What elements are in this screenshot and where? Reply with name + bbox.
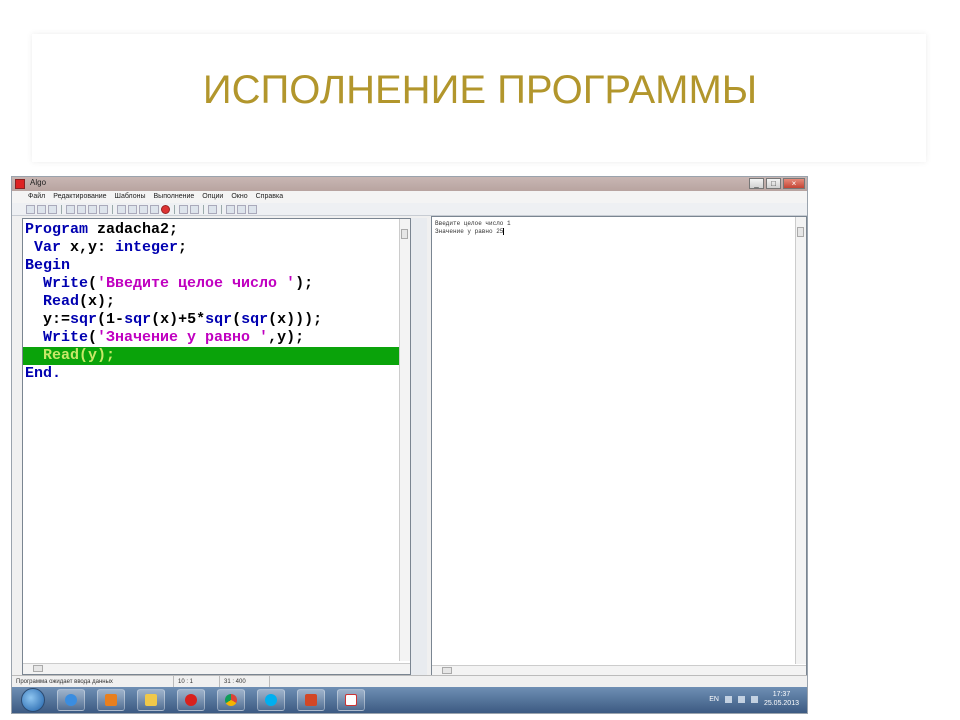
clock[interactable]: 17:37 25.05.2013 — [764, 690, 799, 708]
close-button[interactable]: × — [783, 178, 805, 189]
toolbar — [12, 203, 807, 216]
opera-icon[interactable] — [177, 689, 205, 711]
cut-icon[interactable] — [66, 204, 75, 214]
chrome-icon[interactable] — [217, 689, 245, 711]
output-line: Значение y равно 25 — [435, 228, 505, 236]
algo-app-icon[interactable] — [337, 689, 365, 711]
skype-icon[interactable] — [257, 689, 285, 711]
code-line: Read(x); — [25, 293, 116, 310]
new-file-icon[interactable] — [26, 204, 35, 214]
window-title: Algo — [30, 178, 47, 187]
toolbar-divider — [221, 204, 222, 214]
menu-window[interactable]: Окно — [231, 191, 247, 203]
taskbar: EN 17:37 25.05.2013 — [12, 687, 807, 713]
menu-help[interactable]: Справка — [256, 191, 283, 203]
flag-icon[interactable] — [724, 695, 732, 703]
network-icon[interactable] — [737, 695, 745, 703]
window-titlebar[interactable]: Algo _ □ × — [12, 177, 807, 191]
code-line: End. — [25, 365, 62, 382]
menu-options[interactable]: Опции — [202, 191, 223, 203]
step-icon[interactable] — [128, 204, 137, 214]
editor-vertical-scrollbar[interactable] — [399, 219, 410, 661]
step-over-icon[interactable] — [139, 204, 148, 214]
copy-icon[interactable] — [77, 204, 86, 214]
media-player-icon[interactable] — [97, 689, 125, 711]
scroll-thumb[interactable] — [442, 667, 452, 674]
editor-horizontal-scrollbar[interactable] — [23, 663, 410, 674]
output-line: Введите целое число 1 — [435, 220, 511, 227]
app-window: Algo _ □ × Файл Редактирование Шаблоны В… — [11, 176, 808, 714]
undo-icon[interactable] — [99, 204, 108, 214]
clock-time: 17:37 — [772, 691, 791, 698]
scroll-thumb[interactable] — [401, 229, 408, 239]
window-controls: _ □ × — [749, 178, 805, 189]
language-indicator[interactable]: EN — [709, 696, 719, 703]
pane-splitter[interactable] — [411, 218, 427, 675]
code-line: Write('Введите целое число '); — [25, 275, 314, 292]
menu-bar: Файл Редактирование Шаблоны Выполнение О… — [12, 191, 807, 203]
code-line: Var x,y: integer; — [25, 239, 188, 256]
code-line: Write('Значение y равно ',y); — [25, 329, 305, 346]
menu-edit[interactable]: Редактирование — [53, 191, 106, 203]
code-line: Program zadacha2; — [25, 221, 179, 238]
menu-file[interactable]: Файл — [28, 191, 45, 203]
menu-run[interactable]: Выполнение — [154, 191, 195, 203]
help-icon[interactable] — [237, 204, 246, 214]
watch-icon[interactable] — [190, 204, 199, 214]
stop-icon[interactable] — [161, 204, 170, 214]
minimize-button[interactable]: _ — [749, 178, 764, 189]
app-logo-icon — [15, 179, 25, 189]
internet-explorer-icon[interactable] — [57, 689, 85, 711]
scroll-thumb[interactable] — [797, 227, 804, 237]
code-line: Begin — [25, 257, 71, 274]
menu-templates[interactable]: Шаблоны — [115, 191, 146, 203]
info-icon[interactable] — [226, 204, 235, 214]
paste-icon[interactable] — [88, 204, 97, 214]
window-layout-icon[interactable] — [208, 204, 217, 214]
code-editor[interactable]: Program zadacha2; Var x,y: integer; Begi… — [22, 218, 411, 675]
code-line-current: Read(y); — [25, 347, 116, 364]
volume-icon[interactable] — [750, 695, 758, 703]
open-file-icon[interactable] — [37, 204, 46, 214]
toolbar-divider — [174, 204, 175, 214]
start-button[interactable] — [21, 688, 45, 712]
current-line-highlight: Read(y); — [23, 347, 409, 365]
toolbar-divider — [112, 204, 113, 214]
maximize-button[interactable]: □ — [766, 178, 781, 189]
scroll-thumb[interactable] — [33, 665, 43, 672]
check-icon[interactable] — [248, 204, 257, 214]
code-line: y:=sqr(1-sqr(x)+5*sqr(sqr(x))); — [25, 311, 323, 328]
folder-icon[interactable] — [137, 689, 165, 711]
clock-date: 25.05.2013 — [763, 700, 799, 707]
text-cursor — [503, 228, 505, 235]
toolbar-divider — [61, 204, 62, 214]
system-tray: EN 17:37 25.05.2013 — [709, 690, 799, 708]
output-vertical-scrollbar[interactable] — [795, 217, 806, 664]
toolbar-divider — [203, 204, 204, 214]
run-icon[interactable] — [117, 204, 126, 214]
save-icon[interactable] — [48, 204, 57, 214]
slide-title: ИСПОЛНЕНИЕ ПРОГРАММЫ — [202, 68, 758, 112]
powerpoint-icon[interactable] — [297, 689, 325, 711]
variables-icon[interactable] — [179, 204, 188, 214]
output-console[interactable]: Введите целое число 1 Значение y равно 2… — [431, 216, 807, 677]
pause-icon[interactable] — [150, 204, 159, 214]
